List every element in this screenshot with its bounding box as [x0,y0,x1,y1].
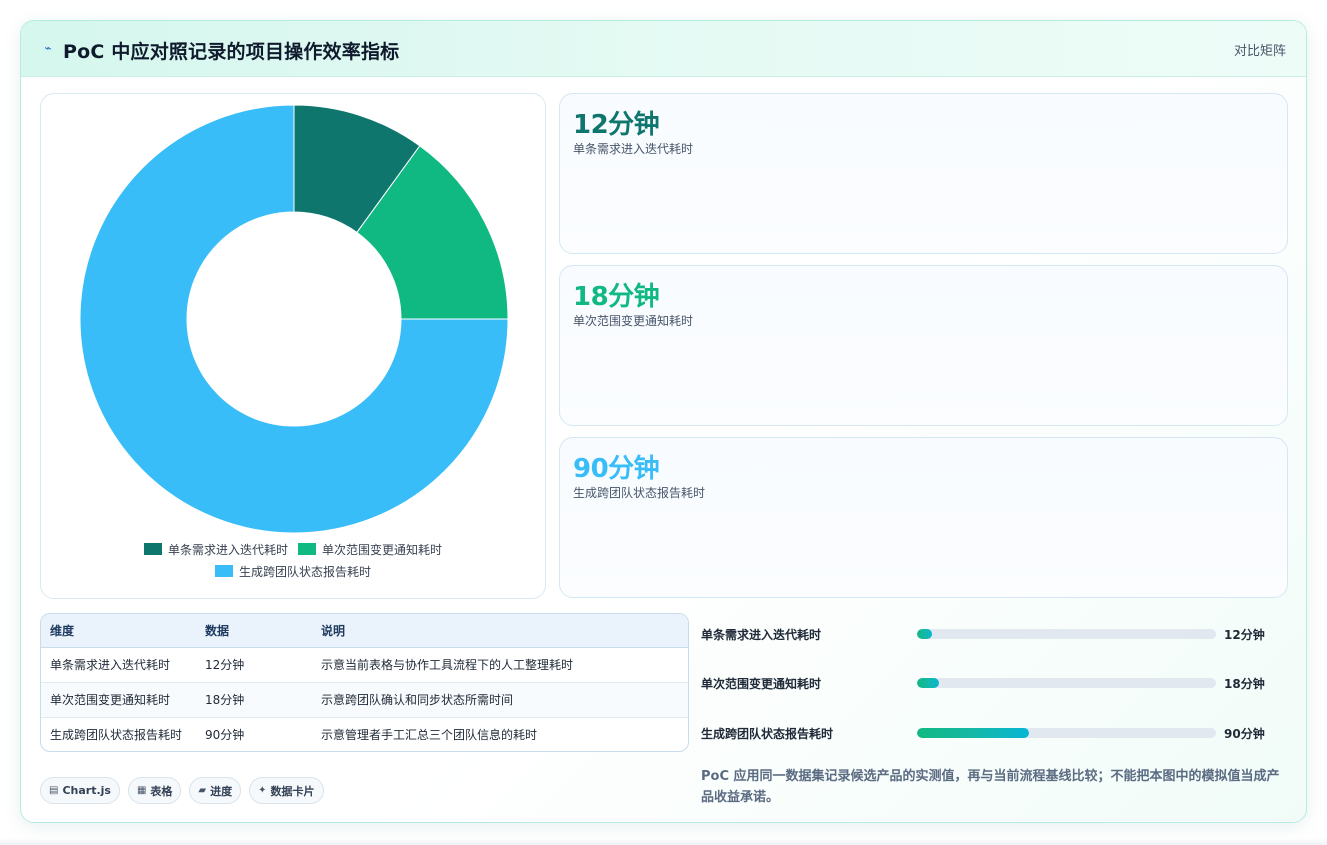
stat-card-requirement: 12分钟 单条需求进入迭代耗时 [559,93,1288,254]
progress-fill [917,678,940,688]
progress-value: 12分钟 [1224,628,1265,642]
legend-swatch [298,543,316,555]
stat-label: 生成跨团队状态报告耗时 [573,486,706,500]
sparkle-icon: ✦ [258,785,267,796]
chip-chartjs[interactable]: ▤ Chart.js [40,777,120,804]
table-cell: 12分钟 [205,658,245,672]
legend-label: 单条需求进入迭代耗时 [167,542,288,557]
progress-icon: ▰ [198,785,207,796]
chip-label: Chart.js [62,784,111,797]
progress-fill [917,629,932,639]
chip-label: 数据卡片 [270,784,315,798]
view-chips: ▤ Chart.js ▦ 表格 ▰ 进度 ✦ 数据卡片 [40,777,332,804]
chip-data-cards[interactable]: ✦ 数据卡片 [249,777,324,804]
donut-chart [79,104,509,534]
stat-value: 18分钟 [573,282,660,312]
legend-swatch [143,543,162,555]
legend-item-report[interactable]: 生成跨团队状态报告耗时 [214,563,371,580]
table-cell: 单条需求进入迭代耗时 [50,658,171,672]
table-header-description: 说明 [312,614,688,648]
page-title: PoC 中应对照记录的项目操作效率指标 [63,41,400,63]
progress-row-report: 生成跨团队状态报告耗时 90分钟 [701,723,1288,743]
legend-label: 生成跨团队状态报告耗时 [238,564,371,579]
progress-label: 单次范围变更通知耗时 [701,677,822,691]
table-cell: 示意跨团队确认和同步状态所需时间 [321,693,514,707]
progress-fill [917,728,1030,738]
chip-progress[interactable]: ▰ 进度 [189,777,242,804]
table-header-data: 数据 [196,614,312,648]
table-cell: 90分钟 [205,728,245,743]
progress-value: 90分钟 [1224,727,1265,741]
disclaimer-note: PoC 应用同一数据集记录候选产品的实测值，再与当前流程基线比较；不能把本图中的… [701,769,1280,805]
card-header: ⌁ PoC 中应对照记录的项目操作效率指标 对比矩阵 [21,21,1306,77]
table-row: 单次范围变更通知耗时 18分钟 示意跨团队确认和同步状态所需时间 [41,682,688,717]
table-header-dimension: 维度 [41,614,196,648]
progress-label: 生成跨团队状态报告耗时 [701,727,834,741]
table-cell: 单次范围变更通知耗时 [50,693,171,707]
progress-track [917,678,1216,688]
legend-swatch [214,565,233,577]
stat-card-report: 90分钟 生成跨团队状态报告耗时 [559,437,1288,598]
table-row: 单条需求进入迭代耗时 12分钟 示意当前表格与协作工具流程下的人工整理耗时 [41,647,688,682]
progress-row-requirement: 单条需求进入迭代耗时 12分钟 [701,624,1288,644]
chart-icon: ▤ [49,785,59,796]
stat-label: 单次范围变更通知耗时 [573,314,694,328]
table-header-row: 维度 数据 说明 [41,614,688,648]
data-table: 维度 数据 说明 单条需求进入迭代耗时 12分钟 示意当前表格与协作工具流程下的… [40,613,689,752]
legend-item-change[interactable]: 单次范围变更通知耗时 [298,541,442,558]
legend-label: 单次范围变更通知耗时 [322,542,443,557]
stat-card-change: 18分钟 单次范围变更通知耗时 [559,265,1288,426]
donut-chart-panel: 单条需求进入迭代耗时 单次范围变更通知耗时 生成跨团队状态报告耗时 [40,93,546,599]
table-icon: ▦ [136,785,147,796]
progress-row-change: 单次范围变更通知耗时 18分钟 [701,673,1288,693]
chip-table[interactable]: ▦ 表格 [127,777,182,804]
metrics-card: ⌁ PoC 中应对照记录的项目操作效率指标 对比矩阵 单条需求进入迭代耗时 单次… [20,20,1307,823]
comparison-matrix-label: 对比矩阵 [1233,44,1286,59]
chart-legend: 单条需求进入迭代耗时 单次范围变更通知耗时 生成跨团队状态报告耗时 [41,538,545,582]
progress-value: 18分钟 [1224,677,1265,691]
table-row: 生成跨团队状态报告耗时 90分钟 示意管理者手工汇总三个团队信息的耗时 [41,717,688,751]
progress-track [917,629,1216,639]
stat-value: 90分钟 [573,454,660,484]
table-cell: 18分钟 [205,693,245,707]
chip-label: 进度 [210,784,233,798]
stat-label: 单条需求进入迭代耗时 [573,142,694,156]
progress-label: 单条需求进入迭代耗时 [701,628,822,642]
progress-track [917,728,1216,738]
page-bottom-shade [0,838,1327,845]
table-cell: 生成跨团队状态报告耗时 [50,728,183,743]
legend-item-requirement[interactable]: 单条需求进入迭代耗时 [143,541,288,558]
chip-label: 表格 [150,784,173,798]
table-cell: 示意当前表格与协作工具流程下的人工整理耗时 [321,658,574,672]
table-cell: 示意管理者手工汇总三个团队信息的耗时 [321,728,538,743]
stat-value: 12分钟 [573,110,660,140]
bolt-icon: ⌁ [44,41,52,55]
